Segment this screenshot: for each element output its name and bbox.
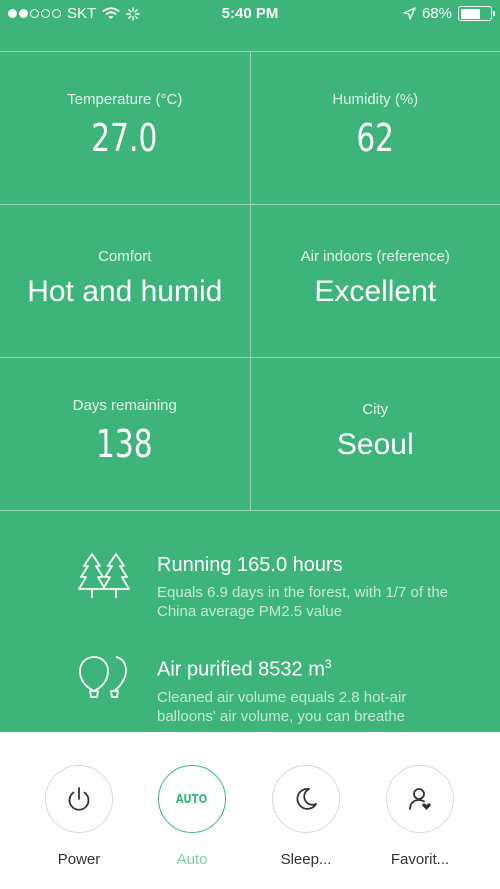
- air-indoors-value: Excellent: [314, 274, 437, 308]
- user-heart-icon: [409, 788, 431, 810]
- power-icon: [68, 787, 90, 811]
- status-bar-right: 68%: [403, 5, 495, 22]
- power-control: Power: [19, 765, 139, 868]
- humidity-cell[interactable]: Humidity (%) 62: [249, 52, 500, 204]
- signal-strength-icon: [8, 9, 61, 18]
- status-bar: SKT 5:40 PM 68%: [0, 0, 500, 28]
- sleep-mode-button[interactable]: [272, 765, 340, 833]
- moon-icon: [296, 788, 317, 810]
- temperature-cell[interactable]: Temperature (°C) 27.0: [0, 52, 250, 204]
- humidity-value: 62: [356, 115, 395, 160]
- activity-spinner-icon: [126, 6, 140, 21]
- air-indoors-label: Air indoors (reference): [300, 247, 450, 265]
- app-screen: SKT 5:40 PM 68% Temperature (°C) 27.0 Hu…: [0, 0, 500, 889]
- comfort-value: Hot and humid: [27, 274, 223, 308]
- favorite-label: Favorit...: [390, 851, 450, 868]
- auto-mode-button[interactable]: AUTO: [158, 765, 226, 833]
- sleep-label: Sleep...: [280, 851, 332, 868]
- humidity-label: Humidity (%): [332, 90, 419, 108]
- wifi-icon: [102, 7, 120, 19]
- air-purified-desc: Cleaned air volume equals 2.8 hot-air ba…: [157, 688, 407, 725]
- air-purified-title: Air purified 8532 m3: [157, 657, 457, 682]
- trees-icon: [78, 553, 130, 598]
- metrics-row: Temperature (°C) 27.0 Humidity (%) 62: [0, 52, 500, 205]
- metrics-grid: Temperature (°C) 27.0 Humidity (%) 62 Co…: [0, 51, 500, 511]
- air-purified-title-sup: 3: [324, 657, 332, 671]
- air-purified-item: Air purified 8532 m3 Cleaned air volume …: [78, 643, 500, 726]
- city-label: City: [362, 400, 389, 418]
- air-indoors-cell[interactable]: Air indoors (reference) Excellent: [249, 205, 500, 357]
- bottom-control-bar: Power AUTO Auto Sleep... Favorit...: [0, 732, 500, 889]
- info-list: Running 165.0 hours Equals 6.9 days in t…: [0, 540, 500, 732]
- carrier-name: SKT: [67, 5, 97, 22]
- temperature-value: 27.0: [91, 115, 158, 160]
- auto-icon: AUTO: [176, 792, 208, 806]
- temperature-label: Temperature (°C): [67, 90, 183, 108]
- metrics-row: Comfort Hot and humid Air indoors (refer…: [0, 205, 500, 358]
- days-remaining-cell[interactable]: Days remaining 138: [0, 358, 250, 510]
- auto-label: Auto: [176, 851, 208, 868]
- running-hours-title: Running 165.0 hours: [157, 554, 343, 576]
- days-remaining-value: 138: [96, 421, 154, 466]
- power-label: Power: [57, 851, 101, 868]
- favorite-mode-button[interactable]: [386, 765, 454, 833]
- power-button[interactable]: [45, 765, 113, 833]
- location-arrow-icon: [403, 7, 416, 20]
- metrics-row: Days remaining 138 City Seoul: [0, 358, 500, 511]
- city-cell[interactable]: City Seoul: [249, 358, 500, 510]
- sleep-control: Sleep...: [246, 765, 366, 868]
- air-purified-title-text: Air purified 8532 m: [157, 658, 325, 681]
- balloons-icon: [79, 656, 127, 698]
- city-value: Seoul: [336, 427, 414, 461]
- battery-icon: [458, 6, 495, 21]
- auto-control: AUTO Auto: [132, 765, 252, 868]
- running-hours-desc: Equals 6.9 days in the forest, with 1/7 …: [157, 584, 449, 620]
- status-bar-left: SKT: [8, 5, 140, 22]
- days-remaining-label: Days remaining: [72, 396, 177, 414]
- comfort-label: Comfort: [98, 247, 152, 265]
- running-hours-item: Running 165.0 hours Equals 6.9 days in t…: [78, 540, 500, 621]
- favorite-control: Favorit...: [360, 765, 480, 868]
- comfort-cell[interactable]: Comfort Hot and humid: [0, 205, 250, 357]
- battery-percent: 68%: [421, 5, 452, 22]
